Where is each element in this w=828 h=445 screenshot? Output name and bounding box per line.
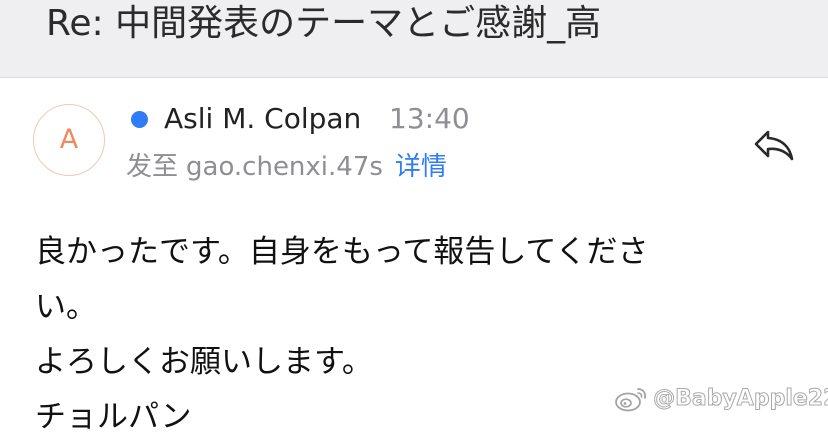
body-line: チョルパン [35, 399, 192, 435]
weibo-icon [614, 385, 648, 413]
avatar-initial: A [59, 124, 79, 155]
sender-name[interactable]: Asli M. Colpan [164, 100, 361, 138]
recipient-line: 发至 gao.chenxi.47s 详情 [126, 148, 447, 186]
unread-indicator [131, 111, 148, 128]
reply-arrow-icon [754, 130, 794, 161]
body-line: 良かったです。自身をもって報告してくださ [35, 234, 649, 270]
sent-time: 13:40 [389, 102, 470, 135]
watermark-text: @BabyApple220 [653, 386, 828, 412]
subject-header: Re: 中間発表のテーマとご感謝_高 [0, 0, 828, 78]
recipient-address: gao.chenxi.47s [186, 152, 383, 182]
details-link[interactable]: 详情 [395, 152, 447, 182]
reply-button[interactable] [752, 124, 796, 164]
to-label: 发至 [126, 152, 179, 182]
watermark: @BabyApple220 [614, 385, 828, 413]
body-line: よろしくお願いします。 [35, 344, 373, 380]
email-subject: Re: 中間発表のテーマとご感謝_高 [46, 3, 602, 44]
sender-avatar[interactable]: A [33, 104, 105, 176]
message-body: 良かったです。自身をもって報告してくださ い。 よろしくお願いします。 チョルパ… [35, 225, 649, 445]
body-line: い。 [35, 289, 97, 325]
